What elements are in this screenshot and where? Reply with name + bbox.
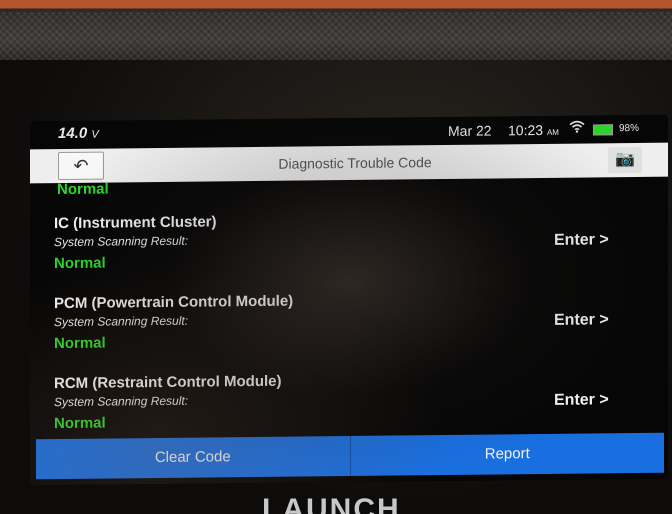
back-button[interactable]: ↶ [58, 151, 104, 181]
scan-result-status: Normal [54, 334, 106, 353]
partial-item-status: Normal [57, 180, 109, 199]
battery-percent: 98% [619, 122, 640, 135]
module-name: PCM (Powertrain Control Module) [54, 292, 294, 313]
enter-button[interactable]: Enter > [554, 391, 609, 410]
module-name: IC (Instrument Cluster) [54, 213, 217, 233]
back-arrow-icon: ↶ [73, 155, 89, 176]
time-value: 10:23 [508, 121, 544, 139]
time-ampm: AM [546, 127, 559, 137]
report-button[interactable]: Report [349, 432, 664, 476]
title-bar: ↶ Diagnostic Trouble Code 📷 [30, 142, 668, 184]
camera-icon: 📷 [615, 151, 635, 169]
module-name: RCM (Restraint Control Module) [54, 372, 282, 393]
enter-button[interactable]: Enter > [554, 231, 609, 250]
clear-code-button[interactable]: Clear Code [36, 436, 350, 479]
status-date: Mar 22 [448, 122, 492, 139]
scan-result-label: System Scanning Result: [54, 313, 189, 330]
device-brand-logo: LAUNCH [262, 493, 401, 514]
status-time: 10:23 AM [508, 121, 559, 139]
status-bar: 14.0 V Mar 22 10:23 AM 98% [30, 115, 668, 148]
scan-result-status: Normal [54, 414, 106, 433]
tablet-screen: 14.0 V Mar 22 10:23 AM 98% ↶ Diagnostic … [30, 114, 668, 486]
battery-icon [593, 124, 613, 136]
page-title: Diagnostic Trouble Code [278, 154, 432, 172]
voltage-readout: 14.0 V [58, 125, 99, 142]
bottom-action-bar: Clear Code Report [36, 432, 664, 480]
module-item-ic[interactable]: IC (Instrument Cluster) System Scanning … [54, 209, 654, 293]
enter-button[interactable]: Enter > [554, 311, 609, 330]
screenshot-button[interactable]: 📷 [608, 146, 642, 174]
voltage-value: 14.0 [58, 124, 88, 143]
module-item-pcm[interactable]: PCM (Powertrain Control Module) System S… [54, 289, 654, 373]
voltage-unit: V [91, 128, 99, 141]
scan-result-label: System Scanning Result: [54, 393, 189, 410]
scan-result-label: System Scanning Result: [54, 233, 189, 250]
wifi-icon [569, 120, 585, 137]
scan-result-status: Normal [54, 254, 106, 273]
